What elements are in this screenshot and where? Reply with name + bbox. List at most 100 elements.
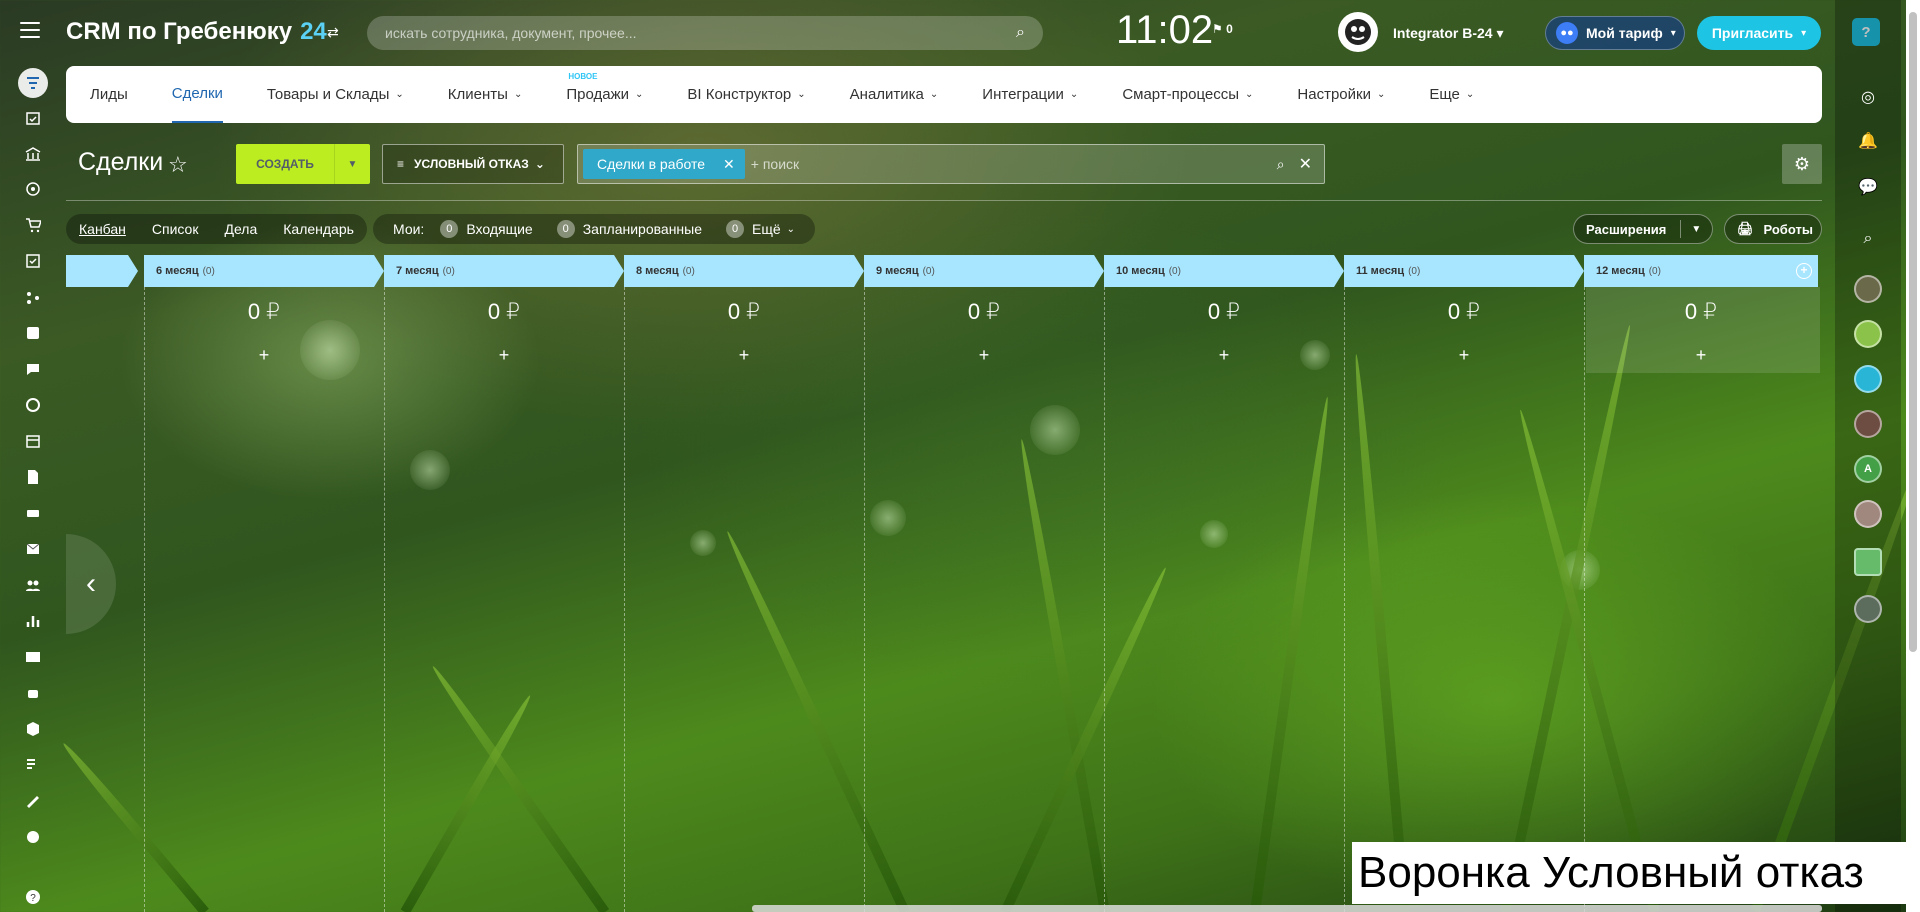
extensions-button[interactable]: Расширения ▼ bbox=[1573, 214, 1713, 244]
avatar[interactable] bbox=[1854, 500, 1882, 528]
column-header[interactable]: 6 месяц (0) bbox=[144, 255, 384, 287]
sitemap-icon[interactable] bbox=[18, 283, 48, 313]
feed-icon[interactable] bbox=[18, 318, 48, 348]
add-column-icon[interactable]: + bbox=[1796, 263, 1812, 279]
target-icon[interactable] bbox=[18, 174, 48, 204]
clear-icon[interactable]: ✕ bbox=[1299, 154, 1312, 174]
filter-icon[interactable] bbox=[18, 68, 48, 98]
counter-incoming[interactable]: 0 Входящие bbox=[440, 220, 533, 238]
add-deal-button[interactable]: + bbox=[624, 345, 864, 366]
add-deal-button[interactable]: + bbox=[1104, 345, 1344, 366]
nav-clients[interactable]: Клиенты ⌄ bbox=[448, 66, 523, 123]
add-deal-button[interactable]: + bbox=[1344, 345, 1584, 366]
nav-analytics[interactable]: Аналитика ⌄ bbox=[850, 66, 939, 123]
hamburger-menu-icon[interactable] bbox=[20, 22, 40, 38]
messages-icon[interactable]: 💬 bbox=[1851, 170, 1885, 204]
star-icon[interactable]: ☆ bbox=[168, 152, 188, 178]
view-calendar[interactable]: Календарь bbox=[283, 221, 354, 237]
column-header[interactable]: 7 месяц (0) bbox=[384, 255, 624, 287]
chat-icon[interactable] bbox=[18, 354, 48, 384]
create-button[interactable]: СОЗДАТЬ ▼ bbox=[236, 144, 370, 184]
column-header[interactable]: 8 месяц (0) bbox=[624, 255, 864, 287]
column-header[interactable]: 10 месяц (0) bbox=[1104, 255, 1344, 287]
box-icon[interactable] bbox=[18, 714, 48, 744]
view-list[interactable]: Список bbox=[152, 221, 199, 237]
user-avatar[interactable] bbox=[1338, 12, 1378, 52]
add-deal-button[interactable]: + bbox=[144, 345, 384, 366]
avatar[interactable] bbox=[1854, 548, 1882, 576]
chart-icon[interactable] bbox=[18, 606, 48, 636]
cart-icon[interactable] bbox=[18, 210, 48, 240]
portal-logo[interactable]: CRM по Гребенюку 24 bbox=[66, 18, 327, 46]
avatar[interactable] bbox=[1854, 365, 1882, 393]
counter-planned[interactable]: 0 Запланированные bbox=[556, 220, 702, 238]
task-icon[interactable] bbox=[18, 246, 48, 276]
view-activities[interactable]: Дела bbox=[224, 221, 257, 237]
close-icon[interactable]: ✕ bbox=[723, 156, 735, 173]
nav-smart-processes[interactable]: Смарт-процессы ⌄ bbox=[1122, 66, 1253, 123]
drive-icon[interactable] bbox=[18, 498, 48, 528]
global-search[interactable]: искать сотрудника, документ, прочее... ⌕ bbox=[367, 16, 1043, 50]
more-icon[interactable] bbox=[18, 822, 48, 852]
nav-sales[interactable]: НОВОЕ Продажи ⌄ bbox=[566, 66, 643, 123]
chevron-down-icon[interactable]: ▼ bbox=[1691, 224, 1701, 235]
column-header[interactable]: 11 месяц (0) bbox=[1344, 255, 1584, 287]
calendar-icon[interactable] bbox=[18, 426, 48, 456]
flag-counter[interactable]: ⚑ 0 bbox=[1212, 22, 1233, 36]
document-icon[interactable] bbox=[18, 462, 48, 492]
filter-chip[interactable]: Сделки в работе ✕ bbox=[583, 149, 745, 179]
bell-icon[interactable]: 🔔 bbox=[1851, 124, 1885, 158]
edit-list-icon[interactable] bbox=[18, 750, 48, 780]
horizontal-scrollbar[interactable] bbox=[752, 905, 1822, 912]
filter-search[interactable]: Сделки в работе ✕ + поиск ⌕ ✕ bbox=[577, 144, 1325, 184]
nav-leads[interactable]: Лиды bbox=[90, 66, 128, 123]
robot-icon[interactable] bbox=[18, 678, 48, 708]
help-icon[interactable]: ? bbox=[18, 882, 48, 912]
counter-value: 0 bbox=[556, 220, 575, 238]
add-deal-button[interactable]: + bbox=[384, 345, 624, 366]
avatar[interactable] bbox=[1854, 275, 1882, 303]
users-icon[interactable] bbox=[18, 570, 48, 600]
avatar[interactable] bbox=[1854, 320, 1882, 348]
tariff-button[interactable]: ●● Мой тариф ▾ bbox=[1545, 16, 1685, 50]
switch-icon[interactable]: ⇄ bbox=[327, 24, 339, 41]
calendar-check-icon[interactable] bbox=[18, 103, 48, 133]
signature-icon[interactable] bbox=[18, 786, 48, 816]
nav-more[interactable]: Еще ⌄ bbox=[1429, 66, 1474, 123]
search-icon[interactable]: ⌕ bbox=[1851, 222, 1885, 256]
add-deal-button[interactable]: + bbox=[864, 345, 1104, 366]
nav-bi[interactable]: BI Конструктор ⌄ bbox=[687, 66, 805, 123]
user-name[interactable]: Integrator B-24 ▾ bbox=[1393, 25, 1504, 42]
gear-icon[interactable]: ⚙ bbox=[1782, 144, 1822, 184]
column-header[interactable]: 9 месяц (0) bbox=[864, 255, 1104, 287]
column-header[interactable]: 12 месяц (0) + bbox=[1584, 255, 1818, 287]
bank-icon[interactable] bbox=[18, 139, 48, 169]
id-card-icon[interactable] bbox=[18, 642, 48, 672]
invite-button[interactable]: Пригласить ▾ bbox=[1697, 16, 1821, 50]
nav-clients-label: Клиенты bbox=[447, 86, 508, 103]
nav-products[interactable]: Товары и Склады ⌄ bbox=[267, 66, 404, 123]
nav-deals[interactable]: Сделки bbox=[171, 66, 223, 123]
mail-icon[interactable] bbox=[18, 534, 48, 564]
filter-search-placeholder[interactable]: + поиск bbox=[751, 156, 1277, 172]
avatar[interactable] bbox=[1854, 595, 1882, 623]
new-badge: НОВОЕ bbox=[568, 72, 598, 81]
clock[interactable]: 11:02 bbox=[1116, 8, 1213, 53]
avatar[interactable] bbox=[1854, 410, 1882, 438]
shield-icon[interactable] bbox=[18, 390, 48, 420]
nav-integrations[interactable]: Интеграции ⌄ bbox=[982, 66, 1078, 123]
chevron-down-icon[interactable]: ▼ bbox=[334, 144, 370, 184]
column-sum: 0 ₽ bbox=[487, 299, 521, 324]
add-deal-button[interactable]: + bbox=[1584, 345, 1818, 366]
search-icon[interactable]: ⌕ bbox=[1277, 156, 1285, 173]
scrollbar-thumb[interactable] bbox=[1909, 12, 1917, 652]
column-divider bbox=[864, 287, 865, 912]
search-icon[interactable]: ⌕ bbox=[1016, 24, 1025, 42]
avatar[interactable]: A bbox=[1854, 455, 1882, 483]
funnel-select-button[interactable]: ≡ УСЛОВНЫЙ ОТКАЗ ⌄ bbox=[382, 144, 564, 184]
nav-settings[interactable]: Настройки ⌄ bbox=[1297, 66, 1385, 123]
robots-button[interactable]: 🖨 Роботы bbox=[1724, 214, 1822, 244]
view-kanban[interactable]: Канбан bbox=[79, 221, 126, 237]
copilot-icon[interactable]: ◎ bbox=[1851, 80, 1885, 114]
counter-more[interactable]: 0 Ещё ⌄ bbox=[726, 220, 795, 238]
